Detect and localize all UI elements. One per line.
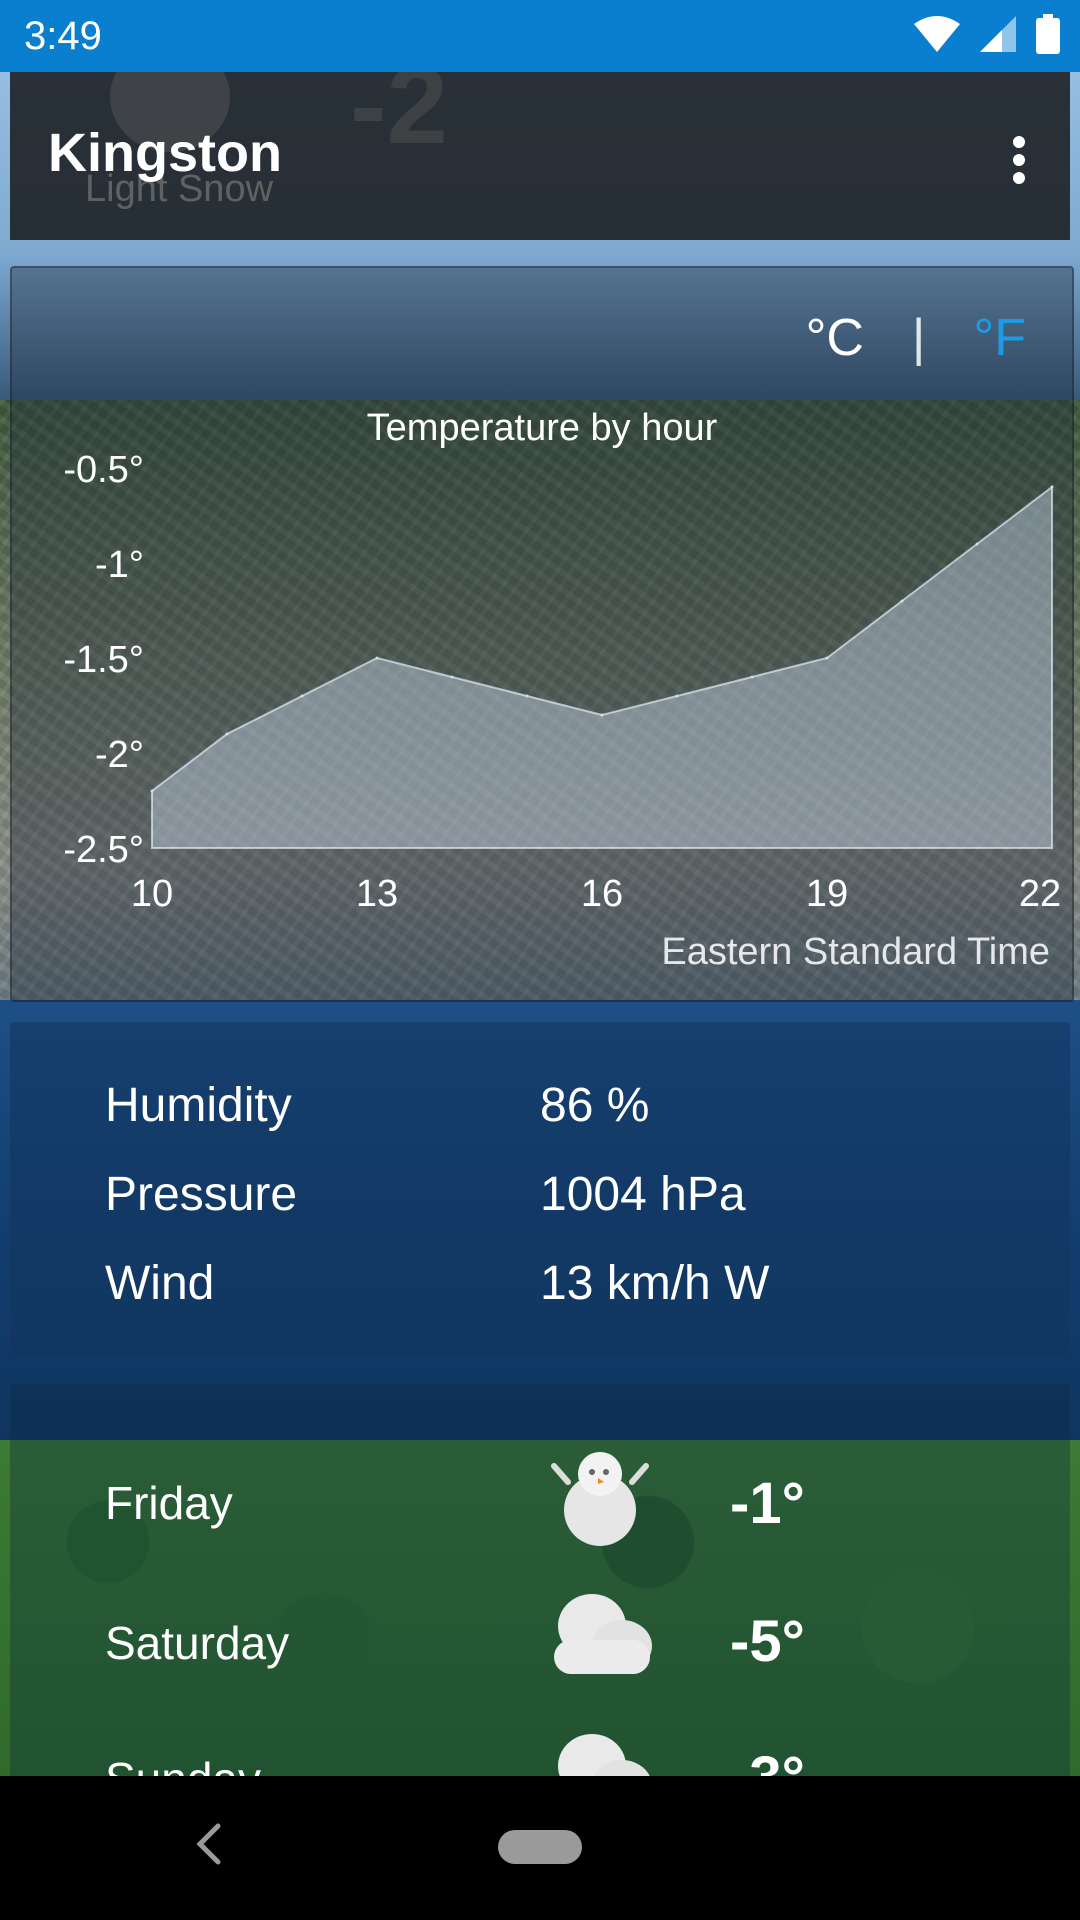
temperature-point	[150, 789, 154, 793]
page-title: Kingston	[48, 123, 282, 183]
forecast-temp: -1°	[730, 1471, 805, 1536]
wind-value: 13 km/h W	[540, 1257, 770, 1310]
y-tick-label: -1°	[95, 544, 144, 586]
status-icons	[914, 14, 1060, 54]
x-tick-label: 22	[1019, 873, 1061, 915]
temperature-point	[1050, 485, 1054, 489]
temperature-point	[300, 694, 304, 698]
humidity-label: Humidity	[105, 1079, 292, 1132]
wind-label: Wind	[105, 1257, 215, 1310]
navigation-bar	[0, 1776, 1080, 1920]
status-time: 3:49	[24, 14, 102, 58]
temperature-chart-card: °C | °F Temperature by hour -0.5° -1° -1.5…	[10, 266, 1074, 1002]
conditions-card: Humidity 86 % Pressure 1004 hPa Wind 13 …	[10, 1022, 1070, 1358]
cellular-signal-icon	[980, 16, 1016, 52]
temperature-point	[750, 675, 754, 679]
x-tick-label: 16	[581, 873, 623, 915]
humidity-value: 86 %	[540, 1079, 650, 1132]
temperature-area-series	[151, 484, 1053, 849]
battery-icon	[1036, 14, 1060, 54]
temperature-point	[600, 713, 604, 717]
forecast-day: Saturday	[105, 1617, 290, 1669]
x-tick-label: 10	[131, 873, 173, 915]
cloud-icon	[554, 1594, 652, 1674]
temperature-point	[825, 656, 829, 660]
pressure-label: Pressure	[105, 1168, 298, 1221]
y-tick-label: -1.5°	[63, 639, 144, 681]
chart-x-label: Eastern Standard Time	[661, 931, 1050, 973]
temperature-point	[525, 694, 529, 698]
y-tick-label: -2°	[95, 734, 144, 776]
status-bar: 3:49	[0, 0, 1080, 72]
current-temperature: -2	[350, 72, 448, 167]
temperature-point	[225, 732, 229, 736]
back-icon[interactable]	[186, 1816, 230, 1872]
wifi-icon	[914, 16, 960, 52]
cloud-icon	[558, 1734, 652, 1784]
chart-x-axis: 10 13 16 19 22	[131, 873, 1061, 915]
temperature-point	[675, 694, 679, 698]
pressure-value: 1004 hPa	[540, 1168, 746, 1221]
y-tick-label: -0.5°	[63, 449, 144, 491]
temperature-point	[900, 599, 904, 603]
app-bar: -2 Light Snow Kingston	[10, 72, 1070, 240]
chart-plot-area	[150, 484, 1054, 849]
temperature-point	[375, 656, 379, 660]
temperature-chart: Temperature by hour -0.5° -1° -1.5° -2° -2.5…	[63, 407, 1061, 973]
x-tick-label: 13	[356, 873, 398, 915]
snowman-icon	[551, 1452, 649, 1546]
home-button[interactable]	[498, 1830, 582, 1864]
chart-title: Temperature by hour	[367, 407, 718, 449]
x-tick-label: 19	[806, 873, 848, 915]
forecast-temp: -5°	[730, 1609, 805, 1674]
forecast-day: Friday	[105, 1477, 233, 1529]
chart-y-axis: -0.5° -1° -1.5° -2° -2.5°	[63, 449, 144, 871]
temperature-point	[975, 542, 979, 546]
y-tick-label: -2.5°	[63, 829, 144, 871]
temperature-point	[450, 675, 454, 679]
forecast-card: Friday -1° Saturday -5° Sunday -3°	[10, 1384, 1070, 1784]
overflow-menu-icon[interactable]	[1004, 130, 1034, 186]
